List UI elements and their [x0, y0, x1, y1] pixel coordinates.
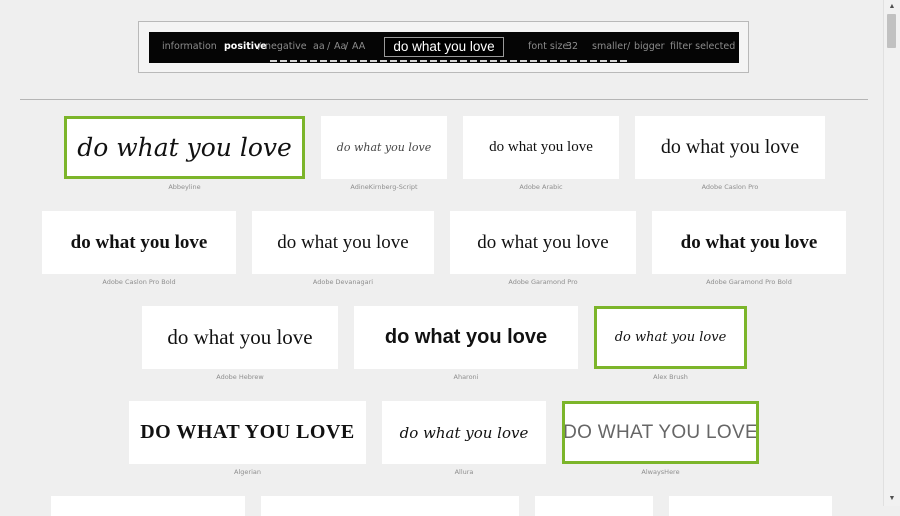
case-upper-link[interactable]: AA	[352, 32, 365, 63]
font-sample: DO WHAT YOU LOVE	[140, 421, 355, 443]
font-sample: do what you love	[477, 231, 609, 253]
font-card[interactable]: do what you love	[463, 116, 619, 179]
font-name: Abbeyline	[168, 183, 201, 191]
font-name: Algerian	[234, 468, 261, 476]
font-name: Adobe Caslon Pro	[701, 183, 759, 191]
font-name: Adobe Arabic	[519, 183, 563, 191]
font-name: AdineKirnberg-Script	[350, 183, 418, 191]
font-sample: do what you love	[70, 231, 208, 253]
font-size-value[interactable]: 32	[566, 32, 578, 63]
font-name: Alex Brush	[653, 373, 688, 381]
scrollbar-thumb[interactable]	[887, 14, 896, 48]
font-sample: do what you love	[399, 423, 529, 442]
font-card[interactable]: do what you love	[652, 211, 846, 274]
information-link[interactable]: information	[162, 32, 217, 63]
font-card[interactable]: do what you love	[321, 116, 447, 179]
font-card[interactable]	[261, 496, 519, 516]
font-card[interactable]: do what you love	[142, 306, 338, 369]
bigger-link[interactable]: bigger	[634, 32, 664, 63]
font-sample: do what you love	[336, 141, 432, 154]
font-card[interactable]: do what you love	[252, 211, 434, 274]
filter-selected-link[interactable]: filter selected	[670, 32, 735, 63]
font-name: Aharoni	[453, 373, 479, 381]
font-card[interactable]: do what you love	[64, 116, 305, 179]
font-sample: do what you love	[660, 136, 800, 158]
font-card[interactable]: do what you love	[635, 116, 825, 179]
separator: /	[627, 41, 631, 52]
font-card[interactable]: DO WHAT YOU LOVE	[129, 401, 366, 464]
font-sample: do what you love	[167, 325, 313, 349]
vertical-scrollbar[interactable]: ▲ ▼	[883, 0, 900, 506]
triangle-down-icon[interactable]: ▼	[884, 492, 900, 506]
font-card[interactable]: DO WHAT YOU LOVE	[562, 401, 759, 464]
font-sample: do what you love	[614, 330, 727, 345]
font-sample: do what you love	[77, 133, 292, 162]
font-card[interactable]	[535, 496, 653, 516]
font-name: Adobe Devanagari	[312, 278, 374, 286]
separator: /	[327, 41, 331, 52]
font-card[interactable]: do what you love	[382, 401, 546, 464]
font-name: Adobe Garamond Pro	[508, 278, 578, 286]
font-size-label: font size:	[528, 41, 572, 52]
font-card[interactable]	[669, 496, 832, 516]
font-name: Adobe Garamond Pro Bold	[706, 278, 792, 286]
font-card[interactable]	[51, 496, 245, 516]
font-card[interactable]: do what you love	[42, 211, 236, 274]
font-name: Adobe Caslon Pro Bold	[102, 278, 176, 286]
separator: /	[345, 41, 349, 52]
font-sample: do what you love	[277, 231, 409, 253]
font-name: AlwaysHere	[641, 468, 680, 476]
smaller-link[interactable]: smaller	[592, 32, 627, 63]
font-sample: do what you love	[384, 326, 548, 348]
case-lower-link[interactable]: aa	[313, 32, 325, 63]
font-name: Adobe Hebrew	[216, 373, 264, 381]
divider	[20, 99, 868, 100]
font-card[interactable]: do what you love	[354, 306, 578, 369]
separator: /	[258, 41, 262, 52]
font-card[interactable]: do what you love	[450, 211, 636, 274]
negative-link[interactable]: negative	[265, 32, 307, 63]
font-sample: DO WHAT YOU LOVE	[563, 421, 758, 443]
triangle-up-icon[interactable]: ▲	[884, 0, 900, 14]
font-card[interactable]: do what you love	[594, 306, 747, 369]
font-sample: do what you love	[680, 231, 818, 253]
font-name: Allura	[454, 468, 474, 476]
toolbar: information positive / negative aa / Aa …	[149, 32, 739, 63]
font-sample: do what you love	[489, 139, 593, 155]
faded-text-line	[270, 60, 630, 62]
sample-text-input[interactable]: do what you love	[384, 37, 504, 57]
